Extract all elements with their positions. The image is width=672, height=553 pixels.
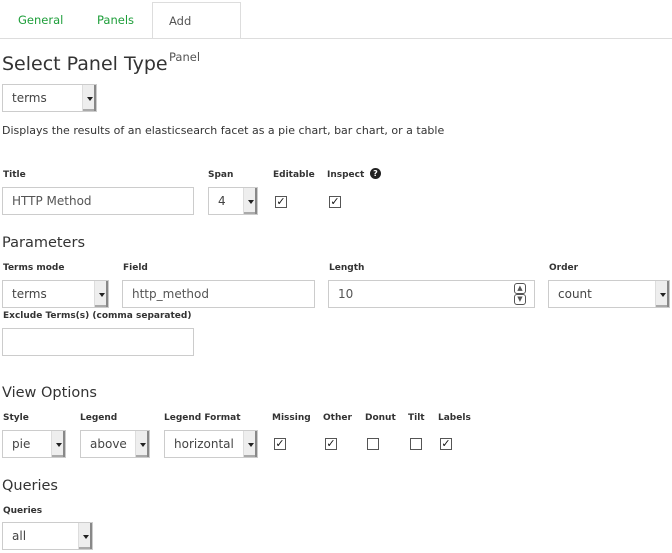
panel-type-value: terms [12, 91, 47, 105]
tab-add-panel[interactable]: Add Panel [152, 2, 241, 64]
question-circle-icon[interactable]: ? [370, 168, 381, 179]
spin-up-icon[interactable]: ▲ [514, 283, 526, 294]
tilt-label: Tilt [408, 413, 425, 423]
chevron-down-icon [243, 188, 257, 214]
legend-value: above [90, 437, 127, 451]
legend-format-value: horizontal [174, 437, 234, 451]
chevron-down-icon [78, 523, 92, 549]
style-label: Style [3, 413, 29, 423]
parameters-heading: Parameters [2, 235, 85, 251]
queries-heading: Queries [2, 478, 58, 494]
legend-select[interactable]: above [80, 430, 150, 458]
span-select[interactable]: 4 [208, 187, 258, 215]
panel-description: Displays the results of an elasticsearch… [2, 124, 445, 137]
queries-label: Queries [3, 506, 43, 516]
queries-select[interactable]: all [2, 522, 93, 550]
other-label: Other [323, 413, 352, 423]
legend-label: Legend [80, 413, 118, 423]
tab-general[interactable]: General [2, 2, 79, 39]
donut-label: Donut [365, 413, 396, 423]
other-checkbox[interactable]: ✓ [325, 438, 337, 450]
queries-value: all [12, 529, 27, 543]
chevron-down-icon [51, 431, 65, 457]
tab-panels[interactable]: Panels [81, 2, 150, 39]
chevron-down-icon [82, 85, 96, 111]
inspect-label: Inspect [327, 170, 365, 180]
labels-label: Labels [438, 413, 471, 423]
chevron-down-icon [243, 431, 257, 457]
exclude-terms-label: Exclude Terms(s) (comma separated) [3, 311, 192, 321]
editable-label: Editable [273, 170, 315, 180]
labels-checkbox[interactable]: ✓ [440, 438, 452, 450]
legend-format-label: Legend Format [164, 413, 241, 423]
field-label: Field [123, 263, 148, 273]
order-label: Order [549, 263, 579, 273]
title-label: Title [3, 170, 26, 180]
chevron-down-icon [135, 431, 149, 457]
spin-down-icon[interactable]: ▼ [514, 294, 526, 305]
tab-divider [0, 38, 672, 39]
length-input[interactable]: 10 ▲ ▼ [328, 280, 535, 308]
missing-label: Missing [272, 413, 311, 423]
style-select[interactable]: pie [2, 430, 66, 458]
terms-mode-select[interactable]: terms [2, 280, 109, 308]
editable-checkbox[interactable]: ✓ [275, 196, 287, 208]
length-value: 10 [338, 287, 354, 301]
title-input[interactable]: HTTP Method [2, 187, 194, 215]
exclude-terms-input[interactable] [2, 328, 194, 356]
view-options-heading: View Options [2, 385, 97, 401]
style-value: pie [12, 437, 31, 451]
legend-format-select[interactable]: horizontal [164, 430, 258, 458]
length-label: Length [329, 263, 365, 273]
panel-type-select[interactable]: terms [2, 84, 97, 112]
span-label: Span [208, 170, 234, 180]
inspect-checkbox[interactable]: ✓ [329, 196, 341, 208]
terms-mode-label: Terms mode [3, 263, 65, 273]
span-value: 4 [218, 194, 226, 208]
field-input[interactable]: http_method [122, 280, 315, 308]
page-title: Select Panel Type [2, 53, 168, 75]
missing-checkbox[interactable]: ✓ [274, 438, 286, 450]
tilt-checkbox[interactable] [410, 438, 422, 450]
order-value: count [558, 287, 592, 301]
chevron-down-icon [94, 281, 108, 307]
terms-mode-value: terms [12, 287, 47, 301]
chevron-down-icon [655, 281, 669, 307]
donut-checkbox[interactable] [367, 438, 379, 450]
order-select[interactable]: count [548, 280, 670, 308]
